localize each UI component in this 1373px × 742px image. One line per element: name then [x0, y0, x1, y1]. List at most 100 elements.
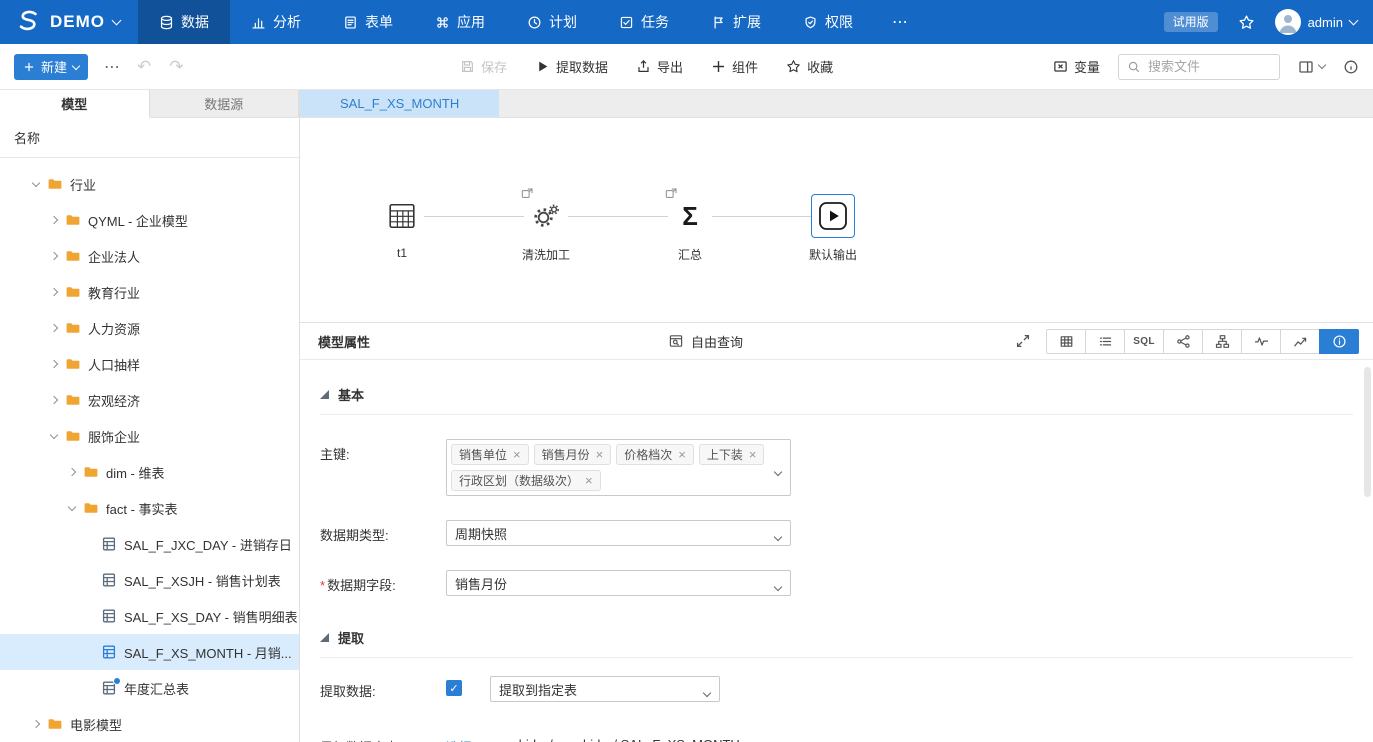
tag-remove-icon[interactable]: × [513, 448, 521, 461]
extract-data-button[interactable]: 提取数据 [535, 57, 608, 76]
flow-node-default-output[interactable]: 默认输出 [809, 194, 857, 263]
tree-table-item[interactable]: SAL_F_JXC_DAY - 进销存日 [0, 526, 299, 562]
nav-more-button[interactable]: ⋯ [874, 12, 926, 32]
chevron-right-icon[interactable] [64, 464, 80, 480]
tab-model[interactable]: 模型 [0, 90, 150, 118]
period-field-select[interactable]: 销售月份 [446, 570, 791, 596]
scrollbar-thumb[interactable] [1364, 367, 1371, 497]
er-view-button[interactable] [1202, 329, 1242, 354]
nav-item-plan[interactable]: 计划 [506, 0, 598, 44]
tag-remove-icon[interactable]: × [596, 448, 604, 461]
folder-icon [47, 716, 63, 732]
tree-folder-item[interactable]: 服饰企业 [0, 418, 299, 454]
tree-folder-item[interactable]: 企业法人 [0, 238, 299, 274]
nav-item-apps[interactable]: 应用 [414, 0, 506, 44]
tree-item-label: 电影模型 [70, 715, 122, 734]
favorite-button[interactable]: 收藏 [786, 57, 833, 76]
expand-panel-button[interactable] [1015, 333, 1031, 349]
tree-table-item[interactable]: SAL_F_XS_DAY - 销售明细表 [0, 598, 299, 634]
nav-item-data[interactable]: 数据 [138, 0, 230, 44]
tab-datasource[interactable]: 数据源 [150, 90, 300, 117]
chevron-down-icon[interactable] [28, 176, 44, 192]
nav-item-extensions[interactable]: 扩展 [690, 0, 782, 44]
add-component-button[interactable]: 组件 [711, 57, 758, 76]
chevron-down-icon [1349, 16, 1359, 26]
period-field-value: 销售月份 [455, 574, 507, 593]
doc-tab-active[interactable]: SAL_F_XS_MONTH [300, 90, 499, 117]
primary-key-tag: 销售月份× [534, 444, 612, 465]
section-extract[interactable]: 提取 [320, 628, 1353, 647]
select-link[interactable]: 选择 [446, 732, 472, 742]
nav-item-analysis[interactable]: 分析 [230, 0, 322, 44]
info-view-button[interactable] [1319, 329, 1359, 354]
app-logo[interactable]: DEMO [0, 0, 138, 44]
tree-folder-item[interactable]: 教育行业 [0, 274, 299, 310]
clock-icon [527, 15, 542, 30]
trial-badge: 试用版 [1164, 12, 1218, 32]
flow-node-t1[interactable]: t1 [380, 194, 424, 260]
tag-remove-icon[interactable]: × [585, 474, 593, 487]
info-button-icon[interactable] [1343, 59, 1359, 75]
tree-folder-item[interactable]: 行业 [0, 166, 299, 202]
period-type-select[interactable]: 周期快照 [446, 520, 791, 546]
primary-key-multiselect[interactable]: 销售单位×销售月份×价格档次×上下装×行政区划（数据级次）× [446, 439, 791, 496]
layout-toggle-button[interactable] [1298, 59, 1325, 75]
sidebar: 模型 数据源 名称 行业QYML - 企业模型企业法人教育行业人力资源人口抽样宏… [0, 90, 300, 742]
redo-button[interactable]: ↷ [169, 57, 183, 77]
save-button[interactable]: 保存 [460, 57, 507, 76]
chevron-right-icon[interactable] [46, 392, 62, 408]
flow-view-button[interactable] [1163, 329, 1203, 354]
variable-button[interactable]: 变量 [1053, 57, 1100, 76]
tree-folder-item[interactable]: fact - 事实表 [0, 490, 299, 526]
user-icon [1275, 9, 1301, 35]
chevron-right-icon[interactable] [46, 284, 62, 300]
tree-table-item[interactable]: SAL_F_XS_MONTH - 月销... [0, 634, 299, 670]
flag-icon [711, 15, 726, 30]
nav-item-permissions[interactable]: 权限 [782, 0, 874, 44]
trend-view-button[interactable] [1280, 329, 1320, 354]
sql-view-button[interactable]: SQL [1124, 329, 1164, 354]
table-node-icon [387, 201, 417, 231]
export-button[interactable]: 导出 [636, 57, 683, 76]
chevron-right-icon[interactable] [28, 716, 44, 732]
section-basic[interactable]: 基本 [320, 385, 1353, 404]
tree-indent [82, 644, 98, 660]
brand-icon [12, 7, 42, 37]
properties-header: 模型属性 自由查询 SQL [300, 323, 1373, 360]
chevron-right-icon[interactable] [46, 212, 62, 228]
tag-remove-icon[interactable]: × [678, 448, 686, 461]
chevron-down-icon[interactable] [64, 500, 80, 516]
tree-table-item[interactable]: 年度汇总表 [0, 670, 299, 706]
table-view-button[interactable] [1046, 329, 1086, 354]
nav-item-tasks[interactable]: 任务 [598, 0, 690, 44]
tree-folder-item[interactable]: 宏观经济 [0, 382, 299, 418]
search-input[interactable] [1148, 59, 1271, 74]
chevron-right-icon[interactable] [46, 248, 62, 264]
list-view-button[interactable] [1085, 329, 1125, 354]
tree-table-item[interactable]: SAL_F_XSJH - 销售计划表 [0, 562, 299, 598]
tag-remove-icon[interactable]: × [749, 448, 757, 461]
tree-folder-item[interactable]: 人力资源 [0, 310, 299, 346]
undo-button[interactable]: ↶ [137, 57, 151, 77]
extract-checkbox[interactable]: ✓ [446, 680, 462, 696]
chevron-down-icon[interactable] [46, 428, 62, 444]
folder-icon-wrap [65, 320, 81, 336]
chevron-right-icon[interactable] [46, 320, 62, 336]
flow-node-aggregate[interactable]: Σ汇总 [668, 194, 712, 263]
tree-item-label: 服饰企业 [88, 427, 140, 446]
nav-item-forms[interactable]: 表单 [322, 0, 414, 44]
tree-folder-item[interactable]: 人口抽样 [0, 346, 299, 382]
chevron-right-icon[interactable] [46, 356, 62, 372]
extract-mode-select[interactable]: 提取到指定表 [490, 676, 720, 702]
new-button[interactable]: 新建 [14, 54, 88, 80]
free-query-button[interactable]: 自由查询 [668, 332, 743, 351]
pulse-view-button[interactable] [1241, 329, 1281, 354]
user-menu[interactable]: admin [1275, 9, 1357, 35]
toolbar-more-button[interactable]: ⋯ [104, 57, 121, 77]
tree-folder-item[interactable]: 电影模型 [0, 706, 299, 742]
favorite-star-icon[interactable] [1238, 14, 1255, 31]
tree-folder-item[interactable]: QYML - 企业模型 [0, 202, 299, 238]
flow-canvas[interactable]: t1 清洗加工 Σ汇总 默认输出 [300, 118, 1373, 322]
flow-node-clean[interactable]: 清洗加工 [522, 194, 570, 263]
tree-folder-item[interactable]: dim - 维表 [0, 454, 299, 490]
